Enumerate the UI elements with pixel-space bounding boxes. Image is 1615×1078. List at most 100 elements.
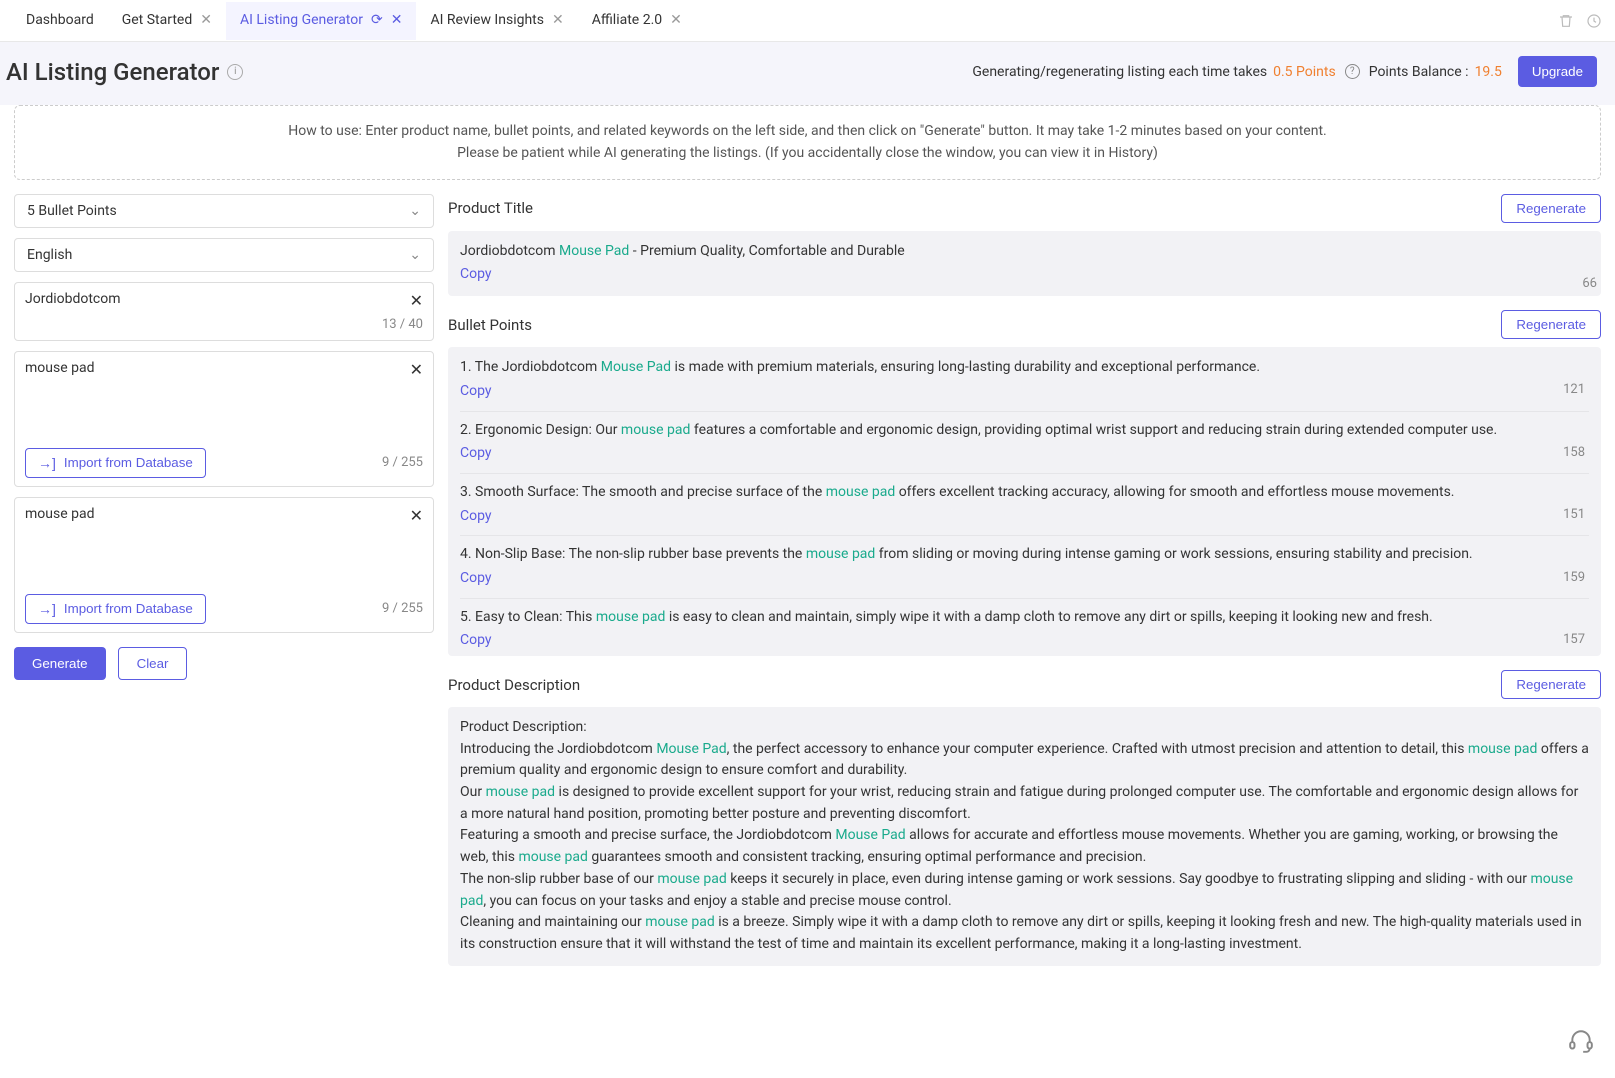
- tabs-bar: Dashboard Get Started✕ AI Listing Genera…: [0, 0, 1615, 42]
- import-icon: →]: [38, 455, 56, 471]
- section-title: Product Title: [448, 199, 533, 217]
- section-title: Product Description: [448, 676, 580, 694]
- desc-text: , the perfect accessory to enhance your …: [727, 741, 1468, 757]
- regenerate-bullets-button[interactable]: Regenerate: [1501, 310, 1601, 339]
- import-icon: →]: [38, 601, 56, 617]
- import-from-database-button[interactable]: →] Import from Database: [25, 448, 206, 478]
- refresh-icon[interactable]: ⟳: [371, 12, 383, 28]
- regenerate-description-button[interactable]: Regenerate: [1501, 670, 1601, 699]
- desc-text: , you can focus on your tasks and enjoy …: [483, 893, 951, 909]
- tab-dashboard[interactable]: Dashboard: [12, 2, 108, 40]
- keywords-input[interactable]: mouse pad ✕ →] Import from Database 9 / …: [14, 497, 434, 633]
- copy-button[interactable]: Copy: [460, 264, 492, 286]
- section-title: Bullet Points: [448, 316, 532, 334]
- history-icon[interactable]: [1585, 12, 1603, 30]
- support-icon[interactable]: [1565, 1025, 1597, 1057]
- close-icon[interactable]: ✕: [552, 13, 564, 27]
- close-icon[interactable]: ✕: [200, 13, 212, 27]
- input-value: Jordiobdotcom: [25, 291, 423, 311]
- import-from-database-button[interactable]: →] Import from Database: [25, 594, 206, 624]
- clear-input-icon[interactable]: ✕: [410, 291, 423, 310]
- char-counter: 9 / 255: [382, 601, 423, 616]
- copy-button[interactable]: Copy: [460, 381, 492, 403]
- import-label: Import from Database: [64, 601, 193, 616]
- tab-affiliate[interactable]: Affiliate 2.0 ✕: [578, 2, 696, 40]
- char-count: 66: [1582, 274, 1597, 294]
- description-result: Product Description: Introducing the Jor…: [448, 707, 1601, 966]
- char-count: 151: [1563, 505, 1585, 525]
- char-count: 157: [1563, 630, 1585, 650]
- tab-label: Affiliate 2.0: [592, 12, 662, 28]
- bullet-item: 5. Easy to Clean: This mouse pad is easy…: [460, 598, 1589, 652]
- bullet-item: 2. Ergonomic Design: Our mouse pad featu…: [460, 411, 1589, 465]
- note-prefix: Generating/regenerating listing each tim…: [972, 64, 1267, 80]
- keyword: mouse pad: [645, 914, 714, 930]
- copy-button[interactable]: Copy: [460, 630, 492, 652]
- desc-text: is designed to provide excellent support…: [460, 784, 1578, 822]
- title-result: Jordiobdotcom Mouse Pad - Premium Qualit…: [448, 231, 1601, 296]
- desc-text: Our: [460, 784, 486, 800]
- bullet-pre: 1. The Jordiobdotcom: [460, 359, 601, 375]
- bullet-item: 4. Non-Slip Base: The non-slip rubber ba…: [460, 535, 1589, 589]
- page-title-text: AI Listing Generator: [6, 58, 219, 86]
- howto-line1: How to use: Enter product name, bullet p…: [29, 120, 1586, 142]
- tab-label: AI Review Insights: [430, 12, 544, 28]
- keyword: Mouse Pad: [559, 243, 629, 259]
- generate-button[interactable]: Generate: [14, 647, 106, 680]
- question-icon[interactable]: ?: [1345, 64, 1360, 79]
- header-balance: Generating/regenerating listing each tim…: [972, 56, 1597, 87]
- trash-icon[interactable]: [1557, 12, 1575, 30]
- howto-box: How to use: Enter product name, bullet p…: [14, 105, 1601, 180]
- tab-label: Dashboard: [26, 12, 94, 28]
- char-count: 158: [1563, 443, 1585, 463]
- output-panel: Product Title Regenerate Jordiobdotcom M…: [448, 194, 1601, 966]
- char-count: 159: [1563, 568, 1585, 588]
- char-counter: 9 / 255: [382, 455, 423, 470]
- keyword: mouse pad: [657, 871, 726, 887]
- clear-input-icon[interactable]: ✕: [410, 506, 423, 525]
- bullet-post: is made with premium materials, ensuring…: [671, 359, 1260, 375]
- keyword: Mouse Pad: [601, 359, 671, 375]
- bullet-pre: 4. Non-Slip Base: The non-slip rubber ba…: [460, 546, 806, 562]
- desc-text: Featuring a smooth and precise surface, …: [460, 827, 835, 843]
- keyword: Mouse Pad: [835, 827, 905, 843]
- copy-button[interactable]: Copy: [460, 506, 492, 528]
- input-value: mouse pad: [25, 360, 423, 442]
- language-select[interactable]: English ⌄: [14, 238, 434, 272]
- bulletpoints-select[interactable]: 5 Bullet Points ⌄: [14, 194, 434, 228]
- title-text-post: - Premium Quality, Comfortable and Durab…: [629, 243, 904, 259]
- keyword: mouse pad: [806, 546, 875, 562]
- balance-label: Points Balance :: [1369, 64, 1469, 80]
- desc-heading: Product Description:: [460, 717, 1589, 739]
- select-value: English: [27, 247, 72, 263]
- tab-get-started[interactable]: Get Started✕: [108, 2, 226, 40]
- product-name-input[interactable]: Jordiobdotcom ✕ 13 / 40: [14, 282, 434, 341]
- keyword: mouse pad: [518, 849, 587, 865]
- regenerate-title-button[interactable]: Regenerate: [1501, 194, 1601, 223]
- close-icon[interactable]: ✕: [670, 13, 682, 27]
- desc-text: keeps it securely in place, even during …: [727, 871, 1531, 887]
- balance-value: 19.5: [1475, 64, 1502, 80]
- bullets-input[interactable]: mouse pad ✕ →] Import from Database 9 / …: [14, 351, 434, 487]
- tab-ai-listing-generator[interactable]: AI Listing Generator ⟳ ✕: [226, 2, 416, 40]
- clear-button[interactable]: Clear: [118, 647, 188, 680]
- bullet-post: offers excellent tracking accuracy, allo…: [895, 484, 1454, 500]
- char-count: 121: [1563, 380, 1585, 400]
- keyword: mouse pad: [621, 422, 690, 438]
- import-label: Import from Database: [64, 455, 193, 470]
- input-value: mouse pad: [25, 506, 423, 588]
- clear-input-icon[interactable]: ✕: [410, 360, 423, 379]
- copy-button[interactable]: Copy: [460, 443, 492, 465]
- bullet-post: from sliding or moving during intense ga…: [875, 546, 1472, 562]
- info-icon[interactable]: i: [227, 64, 243, 80]
- copy-button[interactable]: Copy: [460, 568, 492, 590]
- chevron-down-icon: ⌄: [409, 247, 421, 263]
- close-icon[interactable]: ✕: [391, 13, 403, 27]
- tab-ai-review-insights[interactable]: AI Review Insights ✕: [416, 2, 577, 40]
- keyword: mouse pad: [1468, 741, 1537, 757]
- char-counter: 13 / 40: [382, 317, 423, 332]
- upgrade-button[interactable]: Upgrade: [1518, 56, 1597, 87]
- bullet-post: features a comfortable and ergonomic des…: [690, 422, 1497, 438]
- bullet-item: 3. Smooth Surface: The smooth and precis…: [460, 473, 1589, 527]
- bullet-pre: 3. Smooth Surface: The smooth and precis…: [460, 484, 826, 500]
